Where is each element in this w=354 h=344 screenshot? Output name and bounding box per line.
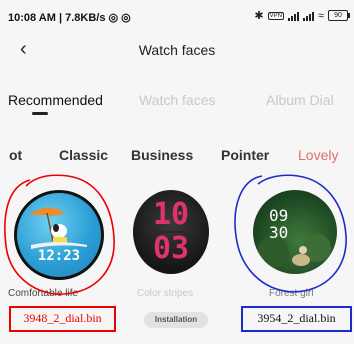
- tab-recommended[interactable]: Recommended: [8, 92, 103, 108]
- category-item[interactable]: ot: [9, 147, 22, 163]
- face-name: Color stripes: [137, 288, 194, 299]
- category-lovely[interactable]: Lovely: [298, 147, 338, 163]
- face-minute: 03: [152, 231, 190, 266]
- tab-active-indicator: [32, 112, 48, 115]
- wifi-icon: ≈: [317, 9, 324, 22]
- tab-album-dial[interactable]: Album Dial: [266, 92, 334, 108]
- watch-face-comfortable-life[interactable]: 12:23: [14, 190, 104, 280]
- category-pointer[interactable]: Pointer: [221, 147, 269, 163]
- face-hour: 09: [269, 206, 289, 225]
- face-hour: 10: [152, 197, 190, 232]
- file-tag: 3954_2_dial.bin: [241, 306, 352, 332]
- file-tag: 3948_2_dial.bin: [9, 306, 116, 332]
- category-classic[interactable]: Classic: [59, 147, 108, 163]
- face-minute: 30: [269, 223, 289, 242]
- face-time: 12:23: [37, 248, 81, 264]
- status-time: 10:08 AM | 7.8KB/s ◎ ◎: [8, 11, 131, 24]
- watch-face-forest-girl[interactable]: 09 30: [253, 190, 337, 274]
- installation-button[interactable]: Installation: [144, 312, 208, 328]
- category-business[interactable]: Business: [131, 147, 193, 163]
- bluetooth-icon: ✱: [254, 10, 264, 22]
- watch-face-color-stripes[interactable]: 10 03: [133, 190, 209, 274]
- tab-watch-faces[interactable]: Watch faces: [139, 92, 216, 108]
- battery-icon: 90: [328, 10, 350, 21]
- sync-icon: ◎: [108, 12, 119, 24]
- signal-icon: [302, 11, 314, 21]
- face-name: Comfortable life: [8, 288, 79, 299]
- signal-icon: [287, 11, 299, 21]
- cartoon-illustration-icon: [29, 207, 87, 249]
- notification-icon: ◎: [121, 12, 131, 24]
- vpn-icon: VPN: [267, 11, 284, 20]
- face-name: Forest girl: [269, 288, 314, 299]
- forest-illustration-icon: [257, 234, 331, 268]
- status-icons: ✱ VPN ≈ 90: [254, 9, 350, 22]
- status-time-text: 10:08 AM | 7.8KB/s: [8, 12, 106, 24]
- page-title: Watch faces: [138, 42, 216, 58]
